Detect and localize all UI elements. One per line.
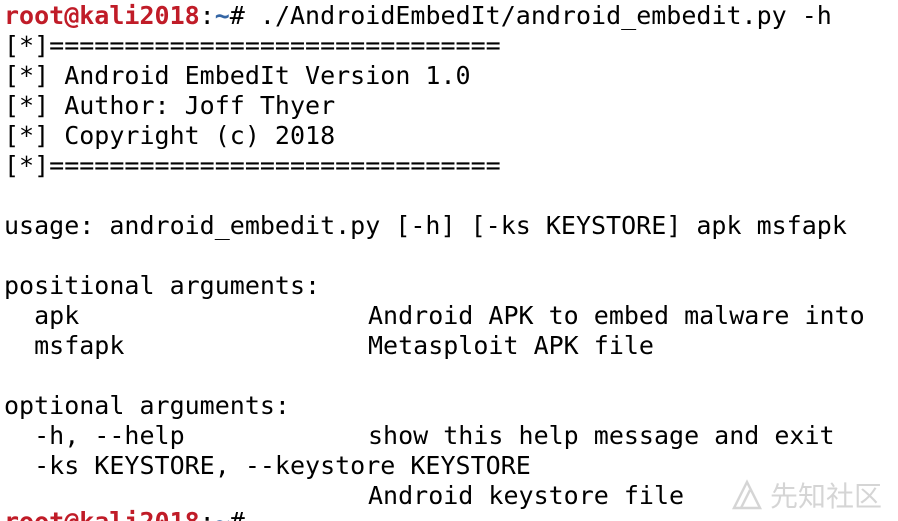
prompt-symbol: # bbox=[230, 507, 245, 521]
arg-row: -ks KEYSTORE, --keystore KEYSTORE bbox=[4, 451, 531, 481]
terminal-window[interactable]: root@kali2018:~# ./AndroidEmbedIt/androi… bbox=[0, 0, 898, 521]
banner-line: [*] Author: Joff Thyer bbox=[4, 91, 336, 120]
positional-heading: positional arguments: bbox=[4, 271, 321, 300]
arg-desc: Android APK to embed malware into bbox=[368, 301, 865, 330]
arg-name: -ks KEYSTORE, --keystore KEYSTORE bbox=[4, 451, 531, 480]
prompt-cwd: ~ bbox=[215, 507, 230, 521]
arg-name: msfapk bbox=[4, 331, 125, 360]
arg-desc: show this help message and exit bbox=[368, 421, 835, 450]
command-prompt-line: root@kali2018:~# ./AndroidEmbedIt/androi… bbox=[4, 1, 832, 31]
arg-name: -h, --help bbox=[4, 421, 185, 450]
arg-desc: Android keystore file bbox=[368, 481, 685, 510]
arg-row: msfapk Metasploit APK file bbox=[4, 331, 654, 361]
xianzhi-logo-icon bbox=[731, 479, 763, 510]
command-text: ./AndroidEmbedIt/android_embedit.py -h bbox=[259, 1, 832, 30]
arg-desc: Metasploit APK file bbox=[368, 331, 654, 360]
usage-line: usage: android_embedit.py [-h] [-ks KEYS… bbox=[4, 211, 847, 240]
banner-line: [*]============================== bbox=[4, 31, 501, 60]
prompt-separator: : bbox=[199, 1, 215, 30]
watermark: 先知社区 bbox=[730, 475, 882, 515]
arg-name: apk bbox=[4, 301, 80, 330]
next-prompt-line: root@kali2018:~# bbox=[4, 507, 245, 521]
arg-row: apk Android APK to embed malware into bbox=[4, 301, 865, 331]
optional-heading: optional arguments: bbox=[4, 391, 290, 420]
prompt-symbol: # bbox=[229, 1, 260, 30]
prompt-cwd: ~ bbox=[214, 1, 230, 30]
prompt-separator: : bbox=[200, 507, 215, 521]
prompt-user-host: root@kali2018 bbox=[4, 1, 200, 30]
arg-row: -h, --help show this help message and exi… bbox=[4, 421, 835, 451]
banner-line: [*]============================== bbox=[4, 151, 501, 180]
watermark-text: 先知社区 bbox=[769, 480, 882, 513]
prompt-user-host: root@kali2018 bbox=[4, 507, 200, 521]
banner-line: [*] Android EmbedIt Version 1.0 bbox=[4, 61, 471, 90]
banner-line: [*] Copyright (c) 2018 bbox=[4, 121, 336, 150]
